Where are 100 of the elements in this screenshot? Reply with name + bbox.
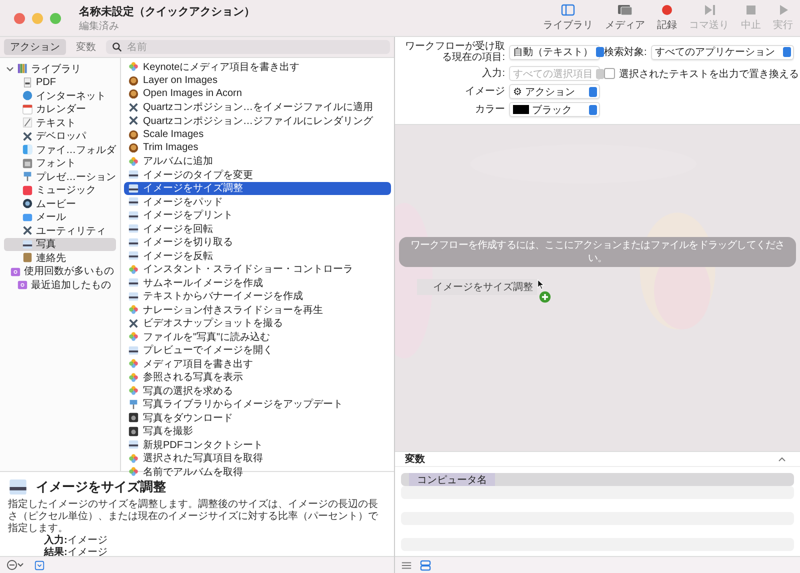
description-text: 指定したイメージのサイズを調整します。調整後のサイズは、イメージの長辺の長さ（ピクセル単位）、または現在のイメージサイズに対する比率（パーセント）で指定します。 — [8, 499, 379, 534]
tab[interactable]: アクション — [4, 39, 66, 55]
action-item[interactable]: 名前でアルバムを取得 — [124, 465, 391, 478]
zoom-button[interactable] — [50, 12, 61, 24]
preview-icon — [128, 290, 139, 302]
preview-icon — [8, 477, 28, 497]
library-item[interactable]: ライブラリ — [4, 62, 116, 76]
action-item[interactable]: 写真ライブラリからイメージをアップデート — [124, 398, 391, 411]
pdf-icon — [22, 76, 33, 88]
action-item[interactable]: 参照される写真を表示 — [124, 370, 391, 384]
library-item[interactable]: カレンダー — [4, 102, 116, 116]
action-item[interactable]: サムネールイメージを作成 — [124, 276, 391, 290]
library-item[interactable]: インターネット — [4, 89, 116, 102]
action-item[interactable]: プレビューでイメージを開く — [124, 344, 391, 357]
acorn-icon — [128, 142, 139, 154]
action-item[interactable]: Layer on Images — [124, 74, 391, 87]
books-icon — [17, 63, 28, 74]
close-button[interactable] — [14, 12, 25, 24]
io-label: 入力: — [44, 535, 68, 546]
flower-icon — [128, 331, 139, 342]
cursor-icon — [537, 279, 545, 290]
description-toggle-icon[interactable] — [34, 560, 45, 570]
variable-token[interactable]: コンピュータ名 — [409, 472, 495, 486]
action-item[interactable]: インスタント・スライドショー・コントローラ — [124, 262, 391, 276]
library-item[interactable]: 連絡先 — [4, 251, 116, 264]
list-view-icon[interactable] — [401, 560, 412, 570]
tab[interactable]: 変数 — [70, 39, 102, 55]
library-item[interactable]: デベロッパ — [4, 130, 116, 143]
action-item[interactable]: Quartzコンポジション…をイメージファイルに適用 — [124, 100, 391, 114]
action-item[interactable]: イメージのタイプを変更 — [124, 168, 391, 182]
action-item[interactable]: Trim Images — [124, 141, 391, 154]
rows-view-icon[interactable] — [420, 560, 431, 570]
action-item[interactable]: イメージを反転 — [124, 249, 391, 262]
action-item[interactable]: 写真の選択を求める — [124, 384, 391, 398]
action-item[interactable]: 写真をダウンロード — [124, 411, 391, 424]
field-label: カラー — [474, 104, 505, 115]
preview-icon — [128, 439, 139, 450]
flower-icon — [128, 61, 139, 72]
search-input[interactable]: 名前 — [127, 42, 384, 52]
library-item[interactable]: PDF — [4, 76, 116, 89]
preview-icon — [128, 277, 139, 288]
io-value: イメージ — [67, 535, 108, 547]
color-dropdown[interactable]: ブラック — [509, 102, 600, 117]
library-item[interactable]: フォント — [4, 156, 116, 170]
library-item[interactable]: 写真 — [4, 238, 116, 251]
preview-icon — [128, 344, 139, 356]
toolbar-button[interactable]: メディア — [602, 4, 648, 32]
action-item[interactable]: 新規PDFコンタクトシート — [124, 438, 391, 452]
action-item[interactable]: 選択された写真項目を取得 — [124, 452, 391, 465]
action-item[interactable]: ファイルを"写真"に読み込む — [124, 330, 391, 344]
library-item[interactable]: メール — [4, 210, 116, 224]
flower-icon — [128, 304, 139, 316]
action-item[interactable]: イメージをサイズ調整 — [124, 182, 391, 195]
action-item[interactable]: イメージをプリント — [124, 208, 391, 222]
keynote-icon — [128, 398, 139, 410]
disclosure-icon[interactable] — [6, 64, 14, 73]
minus-menu-icon[interactable] — [6, 559, 26, 571]
action-item[interactable]: Quartzコンポジション…ジファイルにレンダリング — [124, 114, 391, 128]
caret-icon[interactable] — [778, 456, 786, 462]
action-item[interactable]: メディア項目を書き出す — [124, 357, 391, 370]
action-item[interactable]: イメージを回転 — [124, 222, 391, 236]
image-dropdown[interactable]: ⚙ アクション — [509, 84, 600, 99]
calendar-icon — [22, 104, 33, 115]
finder-icon — [22, 144, 33, 156]
tools-icon — [128, 318, 139, 329]
action-item[interactable]: ナレーション付きスライドショーを再生 — [124, 303, 391, 316]
library-item[interactable]: 使用回数が多いもの — [4, 264, 116, 278]
library-item[interactable]: ムービー — [4, 197, 116, 210]
action-item[interactable]: テキストからバナーイメージを作成 — [124, 290, 391, 303]
io-value: イメージ — [67, 547, 108, 559]
library-item[interactable]: 最近追加したもの — [4, 278, 116, 292]
photo-icon — [617, 4, 633, 16]
preview-icon — [128, 182, 139, 194]
toolbar-button[interactable]: ライブラリ — [540, 4, 596, 32]
action-item[interactable]: Keynoteにメディア項目を書き出す — [124, 60, 391, 74]
search-field[interactable]: 名前 — [106, 40, 390, 54]
library-item[interactable]: プレゼ…ーション — [4, 170, 116, 184]
action-item[interactable]: Scale Images — [124, 128, 391, 141]
library-item[interactable]: テキスト — [4, 116, 116, 130]
library-item[interactable]: ユーティリティ — [4, 224, 116, 238]
tools-icon — [22, 225, 33, 236]
library-item[interactable]: ファイ…フォルダ — [4, 143, 116, 156]
tools-icon — [22, 130, 33, 142]
field-label: 検索対象: — [604, 46, 647, 59]
action-item[interactable]: 写真を撮影 — [124, 424, 391, 438]
application-dropdown[interactable]: すべてのアプリケーション — [650, 44, 794, 60]
action-item[interactable]: イメージを切り取る — [124, 236, 391, 249]
toolbar-button[interactable]: 記録 — [654, 4, 680, 32]
dragged-action: イメージをサイズ調整 — [417, 279, 537, 295]
replace-text-checkbox[interactable]: 選択されたテキストを出力で置き換える — [604, 66, 799, 80]
flower-icon — [128, 264, 139, 275]
library-item[interactable]: ミュージック — [4, 184, 116, 197]
mail-icon — [22, 212, 33, 223]
action-item[interactable]: ビデオスナップショットを撮る — [124, 316, 391, 330]
flower-icon — [128, 466, 139, 478]
search-icon — [112, 42, 122, 52]
preview-icon — [128, 223, 139, 234]
action-item[interactable]: イメージをパッド — [124, 195, 391, 208]
action-item[interactable]: Open Images in Acorn — [124, 87, 391, 100]
action-item[interactable]: アルバムに追加 — [124, 154, 391, 168]
